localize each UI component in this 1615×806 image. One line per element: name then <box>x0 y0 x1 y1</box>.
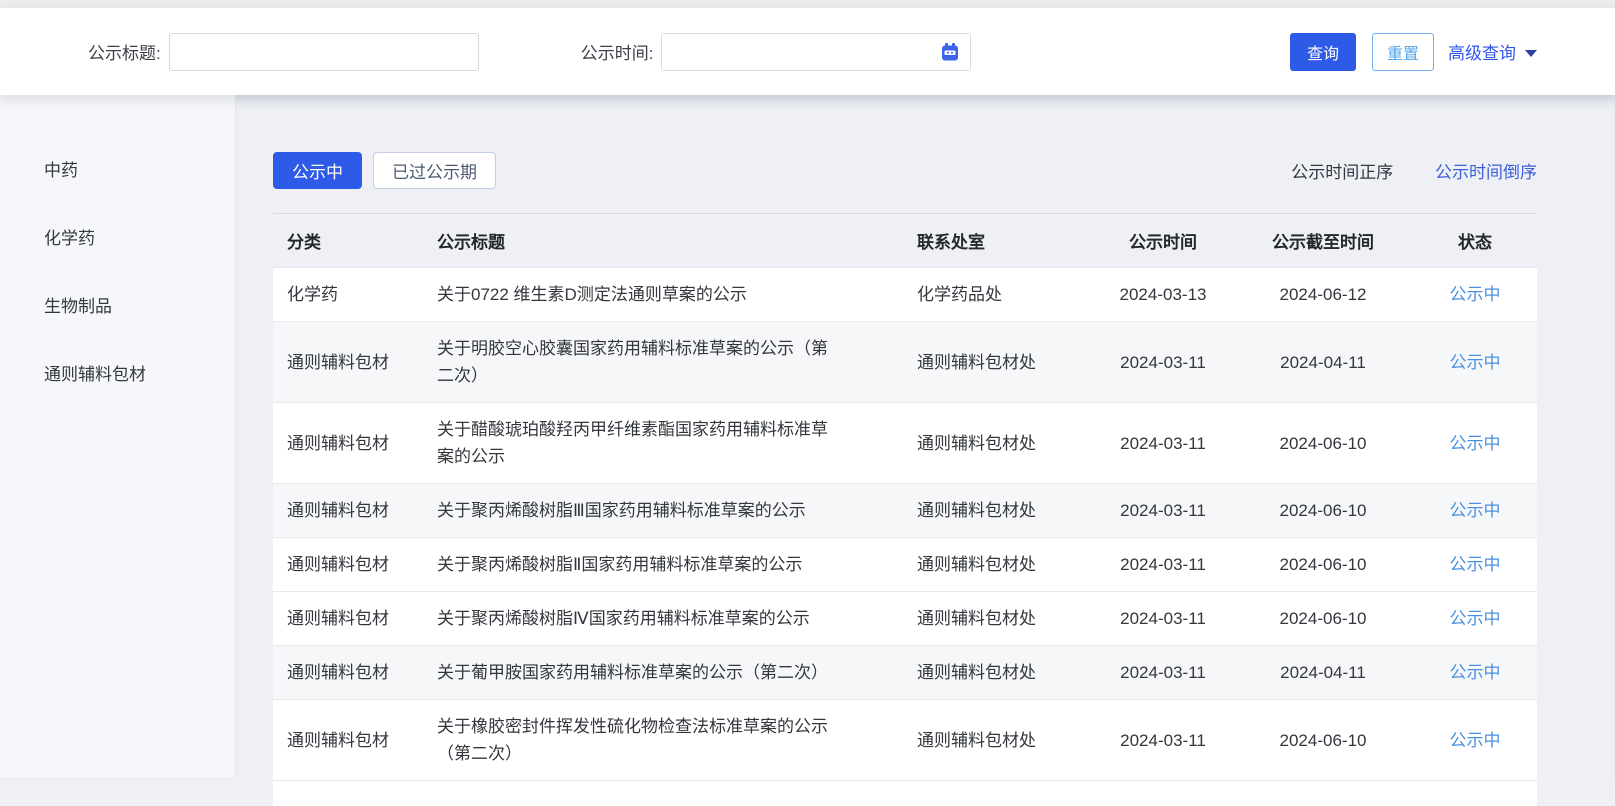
cell-category: 通则辅料包材 <box>273 538 423 592</box>
sidebar-item-chinese-medicine[interactable]: 中药 <box>0 137 235 205</box>
advanced-query-link[interactable]: 高级查询 <box>1448 39 1537 64</box>
cell-deadline-date: 2024-06-10 <box>1233 538 1413 592</box>
sort-links: 公示时间正序 公示时间倒序 <box>1291 158 1537 183</box>
cell-office: 通则辅料包材处 <box>903 592 1093 646</box>
col-header-title: 公示标题 <box>423 214 903 268</box>
status-link[interactable]: 公示中 <box>1450 555 1501 574</box>
sidebar-item-chemical-drug[interactable]: 化学药 <box>0 205 235 273</box>
col-header-deadline: 公示截至时间 <box>1233 214 1413 268</box>
notice-title-link[interactable]: 关于明胶空心胶囊国家药用辅料标准草案的公示（第二次） <box>437 335 839 389</box>
cell-category: 通则辅料包材 <box>273 700 423 781</box>
cell-deadline-date: 2024-06-10 <box>1233 484 1413 538</box>
table-row: 通则辅料包材 关于明胶空心胶囊国家药用辅料标准草案的公示（第二次） 通则辅料包材… <box>273 322 1537 403</box>
calendar-icon[interactable] <box>940 42 960 62</box>
search-actions: 查询 重置 高级查询 <box>1290 33 1537 71</box>
notice-title-link[interactable]: 关于醋酸琥珀酸羟丙甲纤维素酯国家药用辅料标准草案的公示 <box>437 416 839 470</box>
notice-title-input[interactable] <box>169 33 479 71</box>
query-button[interactable]: 查询 <box>1290 33 1356 71</box>
table-row: 化学药 关于0722 维生素D测定法通则草案的公示 化学药品处 2024-03-… <box>273 268 1537 322</box>
cell-category: 通则辅料包材 <box>273 646 423 700</box>
notice-title-link[interactable]: 关于葡甲胺国家药用辅料标准草案的公示（第二次） <box>437 659 839 686</box>
cell-publish-date: 2024-03-11 <box>1093 322 1233 403</box>
tab-publicity-expired[interactable]: 已过公示期 <box>373 152 496 189</box>
cell-publish-date: 2024-03-13 <box>1093 268 1233 322</box>
notice-time-input-wrap <box>661 33 971 71</box>
table-header-row: 分类 公示标题 联系处室 公示时间 公示截至时间 状态 <box>273 214 1537 268</box>
table-row: 通则辅料包材 关于醋酸琥珀酸羟丙甲纤维素酯国家药用辅料标准草案的公示 通则辅料包… <box>273 403 1537 484</box>
notice-table: 分类 公示标题 联系处室 公示时间 公示截至时间 状态 化学药 关于0722 维… <box>273 213 1537 780</box>
col-header-status: 状态 <box>1413 214 1537 268</box>
tab-in-publicity[interactable]: 公示中 <box>273 152 362 189</box>
notice-title-link[interactable]: 关于聚丙烯酸树脂Ⅱ国家药用辅料标准草案的公示 <box>437 551 839 578</box>
col-header-publish-time: 公示时间 <box>1093 214 1233 268</box>
status-link[interactable]: 公示中 <box>1450 663 1501 682</box>
content-area: 中药 化学药 生物制品 通则辅料包材 公示中 已过公示期 公示时间正序 公示时间… <box>0 95 1615 777</box>
cell-publish-date: 2024-03-11 <box>1093 484 1233 538</box>
cell-office: 通则辅料包材处 <box>903 700 1093 781</box>
top-strip <box>0 0 1615 8</box>
cell-deadline-date: 2024-06-10 <box>1233 592 1413 646</box>
cell-office: 通则辅料包材处 <box>903 538 1093 592</box>
main-panel: 公示中 已过公示期 公示时间正序 公示时间倒序 分类 公示标题 联系处室 <box>236 95 1615 777</box>
notice-title-link[interactable]: 关于聚丙烯酸树脂Ⅲ国家药用辅料标准草案的公示 <box>437 497 839 524</box>
status-link[interactable]: 公示中 <box>1450 434 1501 453</box>
status-link[interactable]: 公示中 <box>1450 501 1501 520</box>
table-row: 通则辅料包材 关于聚丙烯酸树脂Ⅲ国家药用辅料标准草案的公示 通则辅料包材处 20… <box>273 484 1537 538</box>
search-bar: 公示标题: 公示时间: 查询 重置 高级查询 <box>0 8 1615 95</box>
cell-category: 化学药 <box>273 268 423 322</box>
table-row: 通则辅料包材 关于聚丙烯酸树脂Ⅱ国家药用辅料标准草案的公示 通则辅料包材处 20… <box>273 538 1537 592</box>
notice-time-label: 公示时间: <box>581 39 654 64</box>
cell-category: 通则辅料包材 <box>273 322 423 403</box>
toolbar: 公示中 已过公示期 公示时间正序 公示时间倒序 <box>273 152 1537 189</box>
notice-title-link[interactable]: 关于橡胶密封件挥发性硫化物检查法标准草案的公示（第二次） <box>437 713 839 767</box>
notice-title-link[interactable]: 关于0722 维生素D测定法通则草案的公示 <box>437 281 839 308</box>
col-header-category: 分类 <box>273 214 423 268</box>
cell-publish-date: 2024-03-11 <box>1093 403 1233 484</box>
chevron-down-icon <box>1525 50 1537 57</box>
cell-office: 通则辅料包材处 <box>903 322 1093 403</box>
table-row: 通则辅料包材 关于葡甲胺国家药用辅料标准草案的公示（第二次） 通则辅料包材处 2… <box>273 646 1537 700</box>
table-row: 通则辅料包材 关于聚丙烯酸树脂Ⅳ国家药用辅料标准草案的公示 通则辅料包材处 20… <box>273 592 1537 646</box>
sidebar-item-general-excipient-packaging[interactable]: 通则辅料包材 <box>0 341 235 409</box>
cell-deadline-date: 2024-04-11 <box>1233 322 1413 403</box>
table-row: 通则辅料包材 关于橡胶密封件挥发性硫化物检查法标准草案的公示（第二次） 通则辅料… <box>273 700 1537 781</box>
cell-deadline-date: 2024-06-10 <box>1233 403 1413 484</box>
cell-office: 通则辅料包材处 <box>903 646 1093 700</box>
status-link[interactable]: 公示中 <box>1450 609 1501 628</box>
notice-title-label: 公示标题: <box>88 39 161 64</box>
reset-button[interactable]: 重置 <box>1372 33 1434 71</box>
cell-office: 化学药品处 <box>903 268 1093 322</box>
cell-publish-date: 2024-03-11 <box>1093 646 1233 700</box>
cell-publish-date: 2024-03-11 <box>1093 700 1233 781</box>
status-link[interactable]: 公示中 <box>1450 353 1501 372</box>
cell-deadline-date: 2024-04-11 <box>1233 646 1413 700</box>
cell-deadline-date: 2024-06-10 <box>1233 700 1413 781</box>
partial-next-row <box>273 780 1537 806</box>
status-link[interactable]: 公示中 <box>1450 285 1501 304</box>
col-header-office: 联系处室 <box>903 214 1093 268</box>
cell-category: 通则辅料包材 <box>273 592 423 646</box>
cell-publish-date: 2024-03-11 <box>1093 538 1233 592</box>
cell-publish-date: 2024-03-11 <box>1093 592 1233 646</box>
page-root: 公示标题: 公示时间: 查询 重置 高级查询 中药 化学药 <box>0 0 1615 777</box>
cell-deadline-date: 2024-06-12 <box>1233 268 1413 322</box>
cell-category: 通则辅料包材 <box>273 403 423 484</box>
notice-time-input[interactable] <box>661 33 971 71</box>
cell-category: 通则辅料包材 <box>273 484 423 538</box>
cell-office: 通则辅料包材处 <box>903 403 1093 484</box>
sort-publish-time-asc-link[interactable]: 公示时间正序 <box>1291 163 1393 182</box>
status-link[interactable]: 公示中 <box>1450 731 1501 750</box>
category-sidebar: 中药 化学药 生物制品 通则辅料包材 <box>0 95 236 777</box>
notice-title-link[interactable]: 关于聚丙烯酸树脂Ⅳ国家药用辅料标准草案的公示 <box>437 605 839 632</box>
sort-publish-time-desc-link[interactable]: 公示时间倒序 <box>1435 163 1537 182</box>
advanced-query-label: 高级查询 <box>1448 39 1516 64</box>
sidebar-item-biological-product[interactable]: 生物制品 <box>0 273 235 341</box>
cell-office: 通则辅料包材处 <box>903 484 1093 538</box>
